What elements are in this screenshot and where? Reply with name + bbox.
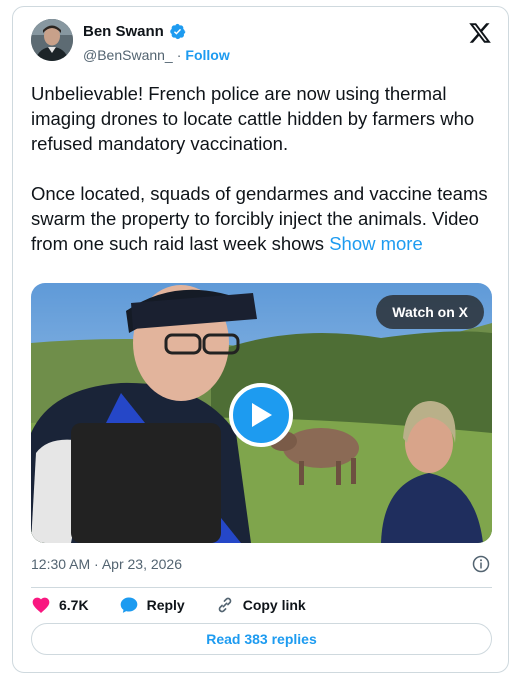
heart-icon bbox=[32, 597, 50, 613]
watch-on-x-button[interactable]: Watch on X bbox=[376, 295, 484, 329]
video-thumbnail[interactable]: Watch on X bbox=[31, 283, 492, 543]
author-name-row: Ben Swann bbox=[83, 23, 186, 40]
avatar[interactable] bbox=[31, 19, 73, 61]
verified-badge-icon bbox=[170, 23, 186, 40]
read-replies-button[interactable]: Read 383 replies bbox=[31, 623, 492, 655]
copy-link-button[interactable]: Copy link bbox=[215, 595, 306, 615]
likes-count: 6.7K bbox=[59, 597, 89, 613]
tweet-timestamp[interactable]: 12:30 AM · Apr 23, 2026 bbox=[31, 556, 182, 572]
reply-label: Reply bbox=[146, 597, 185, 613]
reply-button[interactable]: Reply bbox=[119, 595, 185, 615]
x-logo-icon[interactable] bbox=[468, 21, 492, 45]
handle-separator: · bbox=[176, 47, 182, 63]
author-name[interactable]: Ben Swann bbox=[83, 23, 164, 40]
avatar-photo bbox=[31, 19, 73, 61]
tweet-body: Unbelievable! French police are now usin… bbox=[31, 83, 488, 254]
tweet-card: Ben Swann @BenSwann_ · Follow Unbelievab… bbox=[12, 6, 509, 673]
author-handle[interactable]: @BenSwann_ bbox=[83, 47, 173, 63]
play-button[interactable] bbox=[229, 383, 293, 447]
reply-bubble-icon bbox=[120, 597, 137, 613]
follow-button[interactable]: Follow bbox=[185, 47, 229, 63]
link-icon bbox=[218, 597, 231, 613]
show-more-link[interactable]: Show more bbox=[329, 233, 423, 254]
copy-link-label: Copy link bbox=[242, 597, 306, 613]
handle-row: @BenSwann_ · Follow bbox=[83, 47, 230, 63]
divider bbox=[31, 587, 492, 588]
play-icon bbox=[252, 403, 272, 427]
action-bar: 6.7K Reply Copy link bbox=[31, 595, 336, 615]
tweet-text: Unbelievable! French police are now usin… bbox=[31, 81, 496, 256]
like-button[interactable]: 6.7K bbox=[31, 595, 89, 615]
info-icon[interactable] bbox=[472, 555, 490, 573]
